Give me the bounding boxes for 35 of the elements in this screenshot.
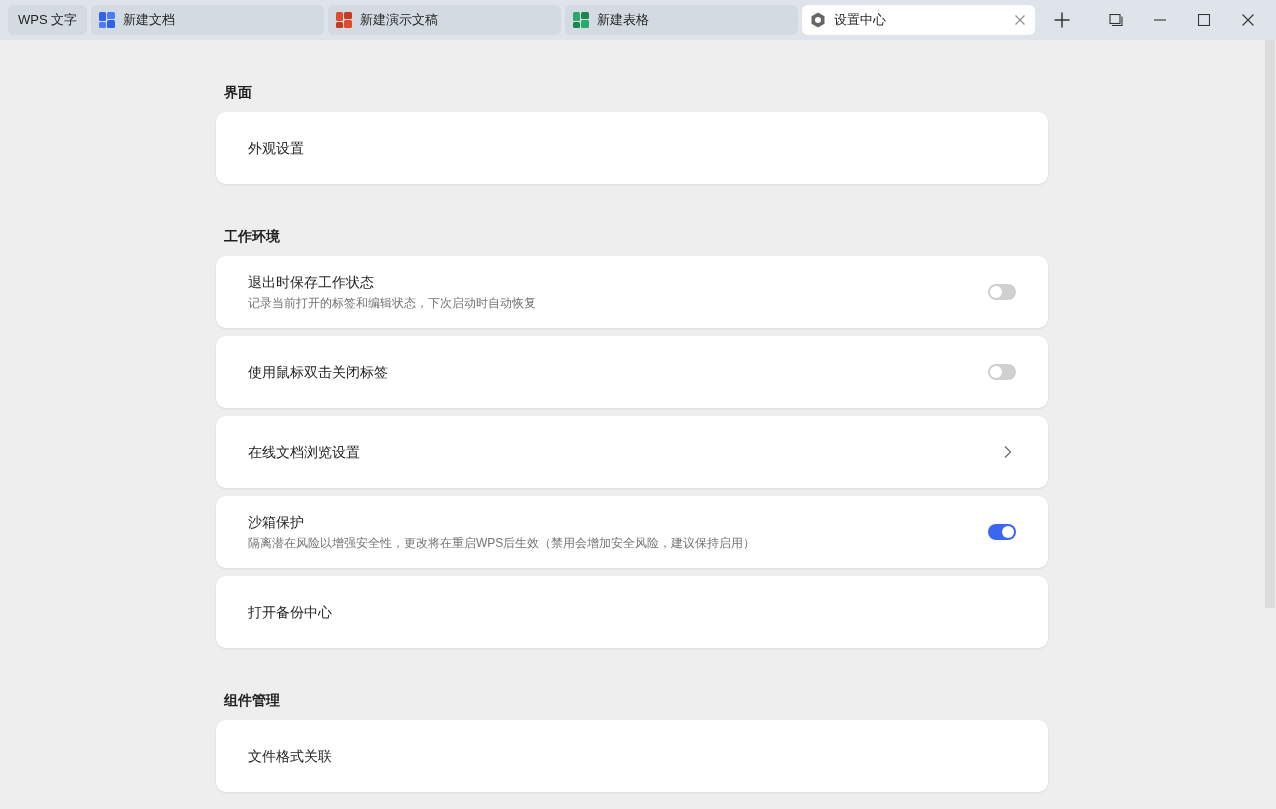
setting-description: 记录当前打开的标签和编辑状态，下次启动时自动恢复: [248, 295, 537, 312]
setting-title: 打开备份中心: [248, 603, 333, 622]
setting-title: 外观设置: [248, 139, 305, 158]
toggle-switch[interactable]: [988, 284, 1016, 300]
tab[interactable]: WPS 文字: [8, 5, 88, 35]
section-heading: 界面: [224, 83, 253, 102]
tab[interactable]: 设置中心: [802, 5, 1036, 35]
tab[interactable]: 新建表格: [565, 5, 799, 35]
settings-row[interactable]: 文件格式关联: [216, 720, 1048, 792]
close-icon: [1242, 14, 1254, 26]
setting-title: 在线文档浏览设置: [248, 443, 361, 462]
section-heading: 工作环境: [224, 227, 281, 246]
settings-icon: [810, 12, 827, 28]
chevron-right-icon: [1004, 446, 1012, 458]
document-grid-icon: [99, 12, 116, 28]
setting-title: 文件格式关联: [248, 747, 333, 766]
setting-title: 沙箱保护: [248, 513, 305, 532]
plus-icon: [1054, 12, 1071, 28]
spreadsheet-grid-icon: [573, 12, 590, 28]
maximize-icon: [1198, 14, 1210, 26]
settings-row[interactable]: 外观设置: [216, 112, 1048, 184]
settings-row[interactable]: 打开备份中心: [216, 576, 1048, 648]
tab[interactable]: 新建文档: [91, 5, 325, 35]
setting-title: 使用鼠标双击关闭标签: [248, 363, 389, 382]
section-heading: 组件管理: [224, 691, 281, 710]
minimize-icon: [1154, 19, 1166, 21]
setting-description: 隔离潜在风险以增强安全性，更改将在重启WPS后生效（禁用会增加安全风险，建议保持启用）: [248, 535, 757, 552]
tab[interactable]: 新建演示文稿: [328, 5, 562, 35]
toggle-switch[interactable]: [988, 524, 1016, 540]
presentation-grid-icon: [336, 12, 353, 28]
setting-title: 退出时保存工作状态: [248, 273, 375, 292]
settings-row[interactable]: 在线文档浏览设置: [216, 416, 1048, 488]
toggle-switch[interactable]: [988, 364, 1016, 380]
stacked-windows-icon: [1109, 14, 1123, 26]
close-icon[interactable]: [1015, 15, 1026, 25]
